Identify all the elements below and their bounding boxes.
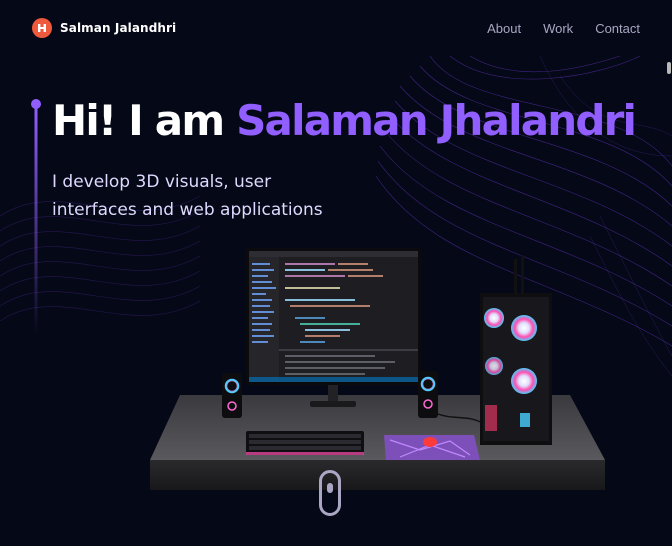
hero-name: Salaman Jhalandri — [236, 96, 637, 145]
hero-subtitle: I develop 3D visuals, user interfaces an… — [52, 172, 323, 220]
monitor — [246, 248, 421, 407]
desk-front — [150, 460, 605, 490]
nav-links: About Work Contact — [487, 21, 640, 36]
scrollbar-thumb[interactable] — [667, 62, 671, 74]
nav-link-about[interactable]: About — [487, 21, 521, 36]
brand-link[interactable]: Salman Jalandhri — [32, 18, 176, 38]
desk-setup-3d-scene[interactable] — [150, 245, 610, 495]
right-speaker — [418, 371, 438, 418]
scroll-down-button[interactable] — [319, 470, 341, 516]
hero-greeting: Hi! I am — [52, 96, 237, 145]
hero-title: Hi! I am Salaman Jhalandri — [52, 96, 637, 145]
accent-line — [31, 99, 41, 336]
mouse-scroll-icon — [327, 483, 333, 493]
left-speaker — [222, 373, 242, 418]
nav-link-contact[interactable]: Contact — [595, 21, 640, 36]
keyboard — [246, 431, 364, 455]
nav-link-work[interactable]: Work — [543, 21, 573, 36]
navbar: Salman Jalandhri About Work Contact — [0, 0, 672, 56]
pc-case — [480, 255, 552, 445]
brand-name: Salman Jalandhri — [60, 21, 177, 35]
mousepad — [384, 435, 480, 460]
logo-icon — [32, 18, 52, 38]
